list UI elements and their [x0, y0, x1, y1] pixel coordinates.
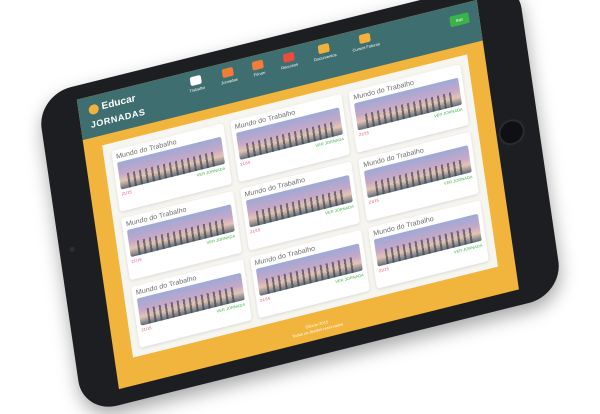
journey-icon: [221, 66, 235, 79]
card-meta: 21/15: [378, 265, 390, 273]
resources-icon: [282, 51, 295, 64]
card-meta: 21/15: [249, 227, 261, 235]
documents-icon: [317, 42, 331, 55]
camera-icon: [69, 246, 75, 253]
card-meta: 21/15: [259, 295, 271, 303]
nav-item-jornadas[interactable]: Jornadas: [219, 66, 238, 86]
app-screen: Educar JORNADAS Trabalho Jornadas Fórum: [76, 0, 519, 390]
card-meta: 21/15: [131, 256, 142, 265]
work-icon: [189, 74, 203, 87]
card-meta: 21/15: [358, 129, 370, 138]
courses-icon: [358, 32, 372, 45]
nav-label: Documentos: [313, 51, 337, 63]
card-meta: 21/15: [239, 159, 251, 167]
tablet-device: Educar JORNADAS Trabalho Jornadas Fórum: [36, 0, 564, 414]
nav-item-documentos[interactable]: Documentos: [312, 41, 337, 62]
logo-icon: [87, 102, 100, 116]
nav-label: Recursos: [280, 61, 299, 71]
home-button[interactable]: [496, 116, 527, 149]
card-meta: 21/15: [368, 197, 380, 206]
nav-label: Cursos Futuros: [352, 41, 381, 53]
nav-item-forum[interactable]: Fórum: [252, 59, 266, 77]
nav-item-trabalho[interactable]: Trabalho: [188, 74, 206, 93]
nav-item-cursos[interactable]: Cursos Futuros: [351, 31, 381, 53]
card-meta: 21/15: [141, 324, 152, 333]
forum-icon: [252, 59, 265, 71]
nav-label: Trabalho: [189, 84, 206, 94]
card-meta: 21/15: [121, 189, 132, 197]
exit-button[interactable]: Sair: [449, 12, 470, 28]
nav-item-recursos[interactable]: Recursos: [279, 51, 298, 71]
nav-label: Fórum: [253, 69, 266, 78]
